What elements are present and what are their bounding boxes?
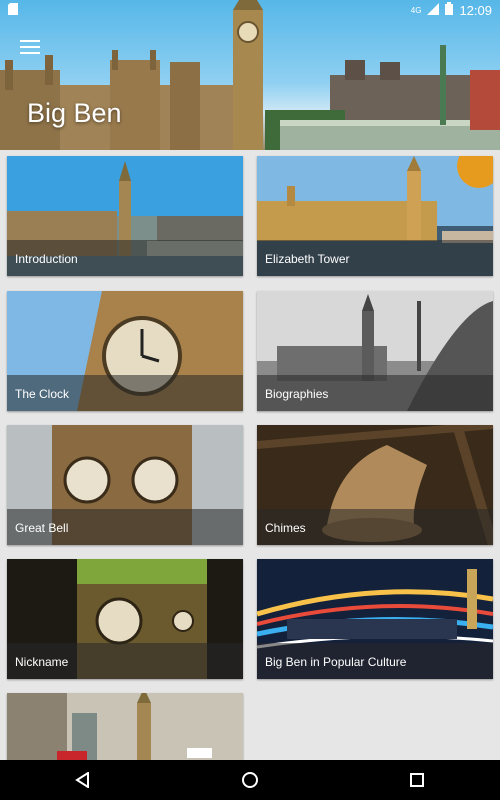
topic-grid: Introduction Elizabeth Tower The Clock B… — [0, 150, 500, 760]
network-type-label: 4G — [410, 5, 422, 15]
recents-icon — [409, 773, 424, 787]
card-label: Elizabeth Tower — [265, 252, 350, 266]
street-scene-image — [7, 693, 243, 760]
recents-button[interactable] — [397, 760, 437, 800]
card-label: The Clock — [15, 387, 70, 401]
status-bar: 4G 12:09 — [0, 0, 500, 20]
battery-icon — [445, 2, 454, 18]
card-introduction[interactable]: Introduction — [7, 156, 243, 276]
card-elizabeth-tower[interactable]: Elizabeth Tower — [257, 156, 493, 276]
card-chimes[interactable]: Chimes — [257, 425, 493, 545]
card-great-bell[interactable]: Great Bell — [7, 425, 243, 545]
sd-card-icon — [8, 3, 18, 18]
home-button[interactable] — [230, 760, 270, 800]
status-time: 12:09 — [459, 2, 492, 18]
system-nav-bar — [0, 760, 500, 800]
card-nickname[interactable]: Nickname — [7, 559, 243, 679]
card-biographies[interactable]: Biographies — [257, 291, 493, 411]
home-icon — [241, 772, 258, 788]
card-label: Great Bell — [15, 521, 69, 535]
card-label: Chimes — [265, 521, 306, 535]
card-label: Introduction — [15, 252, 78, 266]
card-label: Biographies — [265, 387, 329, 401]
card-partial[interactable] — [7, 693, 243, 760]
card-big-ben-in-popular-culture[interactable]: Big Ben in Popular Culture — [257, 559, 493, 679]
card-label: Big Ben in Popular Culture — [265, 655, 407, 669]
menu-icon[interactable] — [20, 40, 40, 54]
card-the-clock[interactable]: The Clock — [7, 291, 243, 411]
header-banner: Big Ben — [0, 0, 500, 150]
back-icon — [75, 772, 90, 788]
back-button[interactable] — [63, 760, 103, 800]
signal-icon — [427, 2, 440, 18]
card-label: Nickname — [15, 655, 69, 669]
app-title: Big Ben — [27, 98, 122, 128]
